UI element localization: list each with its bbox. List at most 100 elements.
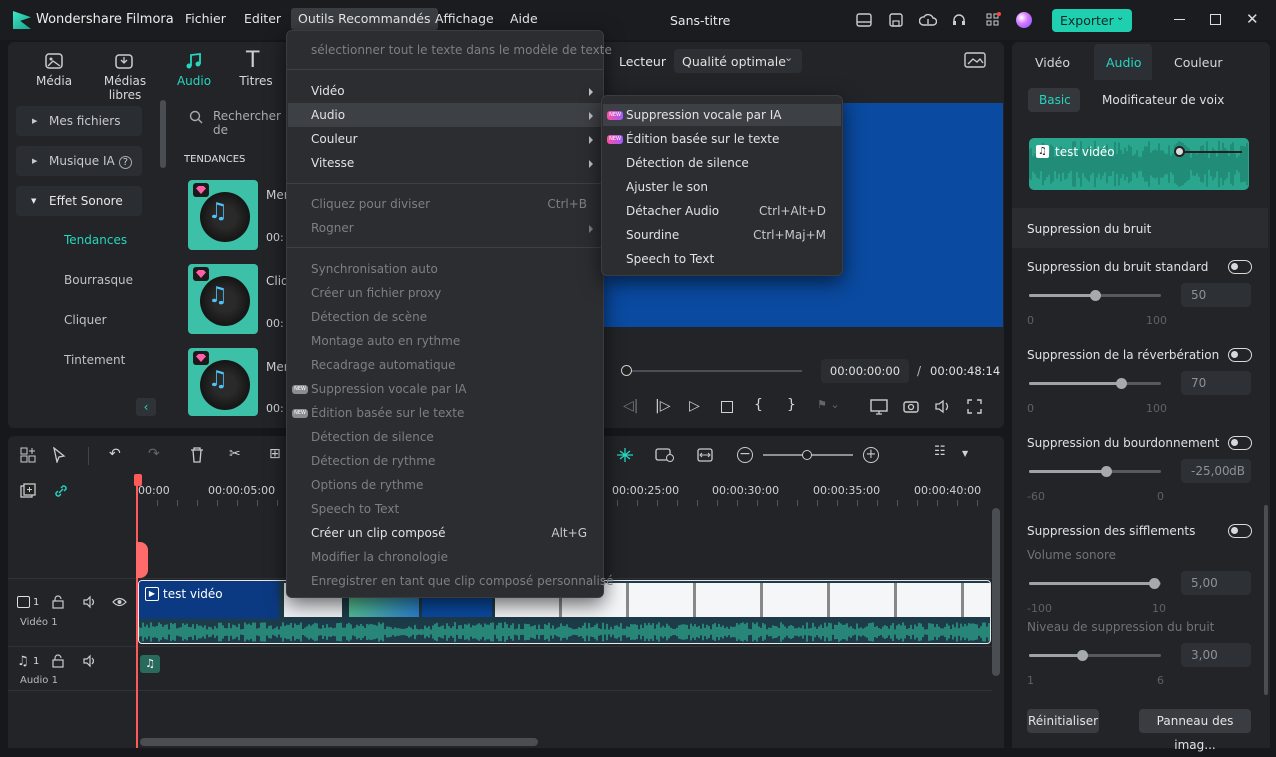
- help-icon[interactable]: ?: [118, 156, 133, 169]
- menu-item[interactable]: Audio: [311, 108, 345, 122]
- collapse-sidebar-button[interactable]: ‹: [136, 398, 156, 416]
- hiss-noise-slider[interactable]: [1029, 650, 1161, 661]
- denoise-standard-toggle[interactable]: [1228, 260, 1252, 274]
- menu-fichier[interactable]: Fichier: [178, 8, 233, 30]
- hiss-volume-value[interactable]: 5,00: [1181, 571, 1251, 595]
- sidebar-scrollbar[interactable]: [160, 100, 166, 168]
- select-cursor-icon[interactable]: [52, 447, 68, 463]
- redo-icon[interactable]: ↷: [148, 446, 160, 462]
- hum-removal-toggle[interactable]: [1228, 436, 1252, 450]
- audio-thumbnail[interactable]: ♫: [188, 348, 258, 416]
- submenu-item[interactable]: Détection de silence: [626, 156, 749, 170]
- submenu-item[interactable]: Édition basée sur le texte: [626, 132, 779, 146]
- audio-thumbnail[interactable]: ♫: [188, 264, 258, 334]
- sidebar-item-sound-effects[interactable]: ▼ Effet Sonore: [16, 186, 142, 216]
- clip-settings-icon[interactable]: [655, 447, 675, 463]
- menu-item[interactable]: Couleur: [311, 132, 358, 146]
- lock-icon[interactable]: [52, 595, 64, 609]
- hiss-noise-value[interactable]: 3,00: [1181, 643, 1251, 667]
- hiss-volume-slider[interactable]: [1029, 578, 1161, 589]
- render-preview-icon[interactable]: [870, 399, 888, 415]
- play-icon[interactable]: ▷: [689, 398, 700, 414]
- scissors-icon[interactable]: ✂: [229, 446, 241, 462]
- save-icon[interactable]: [888, 12, 904, 28]
- sidebar-subitem-click[interactable]: Cliquer: [64, 313, 107, 327]
- add-track-icon[interactable]: [20, 483, 36, 499]
- denoise-standard-value[interactable]: 50: [1181, 283, 1251, 307]
- submenu-item[interactable]: Détacher Audio: [626, 204, 719, 218]
- hum-removal-value[interactable]: -25,00 dB: [1181, 459, 1251, 483]
- cloud-upload-icon[interactable]: [919, 12, 937, 28]
- zoom-in-icon[interactable]: +: [863, 447, 879, 463]
- mark-in-icon[interactable]: {: [754, 397, 763, 413]
- submenu-item[interactable]: Speech to Text: [626, 252, 714, 266]
- playhead-knob[interactable]: [621, 365, 632, 376]
- sidebar-subitem-trends[interactable]: Tendances: [64, 233, 127, 247]
- denoise-standard-slider[interactable]: [1029, 290, 1161, 301]
- menu-editer[interactable]: Editer: [237, 8, 288, 30]
- track-layout-icon[interactable]: ☷: [934, 444, 946, 459]
- dereverb-slider[interactable]: [1029, 378, 1161, 389]
- link-icon[interactable]: [53, 483, 69, 499]
- playhead-handle[interactable]: [134, 474, 142, 486]
- speaker-icon[interactable]: [83, 654, 97, 668]
- hiss-removal-toggle[interactable]: [1228, 524, 1252, 538]
- fit-timeline-icon[interactable]: [697, 448, 713, 462]
- close-button[interactable]: ✕: [1246, 10, 1259, 28]
- mark-out-icon[interactable]: }: [787, 397, 796, 413]
- sidebar-subitem-chime[interactable]: Tintement: [64, 353, 125, 367]
- crop-icon[interactable]: ⊞: [269, 446, 281, 462]
- minimize-button[interactable]: [1174, 19, 1185, 20]
- subtab-basic[interactable]: Basic: [1028, 88, 1080, 112]
- menu-outils-recommandes[interactable]: Outils Recommandés: [291, 8, 438, 30]
- menu-item[interactable]: Vitesse: [311, 156, 354, 170]
- maximize-button[interactable]: [1210, 14, 1221, 25]
- tab-stock-media[interactable]: Médias libres: [88, 74, 162, 102]
- tab-audio[interactable]: Audio: [174, 74, 214, 88]
- subtab-voice-changer[interactable]: Modificateur de voix: [1102, 93, 1224, 107]
- delete-trash-icon[interactable]: [190, 447, 204, 463]
- sidebar-subitem-gust[interactable]: Bourrasque: [64, 273, 133, 287]
- undo-icon[interactable]: ↶: [109, 446, 121, 462]
- menu-item[interactable]: Vidéo: [311, 84, 345, 98]
- menu-affichage[interactable]: Affichage: [428, 8, 501, 30]
- layout-icon[interactable]: [856, 12, 872, 28]
- submenu-item[interactable]: Sourdine: [626, 228, 679, 242]
- text-t-icon[interactable]: T: [246, 48, 259, 73]
- sidebar-item-my-files[interactable]: ▶ Mes fichiers: [16, 106, 142, 136]
- image-panel-button[interactable]: Panneau des imag...: [1139, 709, 1251, 752]
- submenu-item[interactable]: Suppression vocale par IA: [626, 108, 782, 122]
- right-panel-scrollbar[interactable]: [1264, 505, 1268, 695]
- reset-button[interactable]: Réinitialiser: [1027, 709, 1099, 733]
- dereverb-value[interactable]: 70: [1181, 371, 1251, 395]
- headset-icon[interactable]: [951, 12, 967, 28]
- fullscreen-icon[interactable]: [967, 399, 982, 414]
- stock-media-icon[interactable]: [114, 52, 134, 70]
- marker-flag-icon[interactable]: ⚑ ⌄: [817, 398, 840, 411]
- menu-item[interactable]: Créer un clip composé: [311, 526, 446, 540]
- next-frame-icon[interactable]: |▷: [655, 398, 670, 414]
- eye-icon[interactable]: [112, 597, 127, 607]
- tab-video[interactable]: Vidéo: [1035, 55, 1070, 70]
- media-search-bar[interactable]: Rechercher de: [180, 104, 290, 137]
- media-icon[interactable]: [44, 52, 64, 70]
- quality-select[interactable]: Qualité optimale ⌄: [674, 49, 802, 73]
- export-button[interactable]: Exporter ⌄: [1052, 9, 1132, 32]
- dereverb-toggle[interactable]: [1228, 348, 1252, 362]
- apps-grid-icon[interactable]: [985, 12, 1001, 28]
- tab-titles[interactable]: Titres: [238, 74, 274, 88]
- chevron-down-icon[interactable]: ▼: [962, 449, 968, 458]
- progress-track[interactable]: [626, 370, 802, 372]
- layout-grid-icon[interactable]: [20, 447, 36, 463]
- sidebar-item-ai-music[interactable]: ▶ Musique IA?: [16, 146, 142, 176]
- snapshot-image-icon[interactable]: [964, 51, 986, 69]
- current-time[interactable]: 00:00:00:00: [821, 359, 909, 383]
- menu-aide[interactable]: Aide: [503, 8, 545, 30]
- zoom-out-icon[interactable]: −: [737, 447, 753, 463]
- hum-removal-slider[interactable]: [1029, 466, 1161, 477]
- playhead-line[interactable]: [136, 476, 138, 748]
- volume-icon[interactable]: [934, 399, 952, 414]
- tab-media[interactable]: Média: [36, 74, 72, 88]
- music-note-icon[interactable]: [184, 52, 204, 70]
- avatar[interactable]: [1016, 12, 1032, 28]
